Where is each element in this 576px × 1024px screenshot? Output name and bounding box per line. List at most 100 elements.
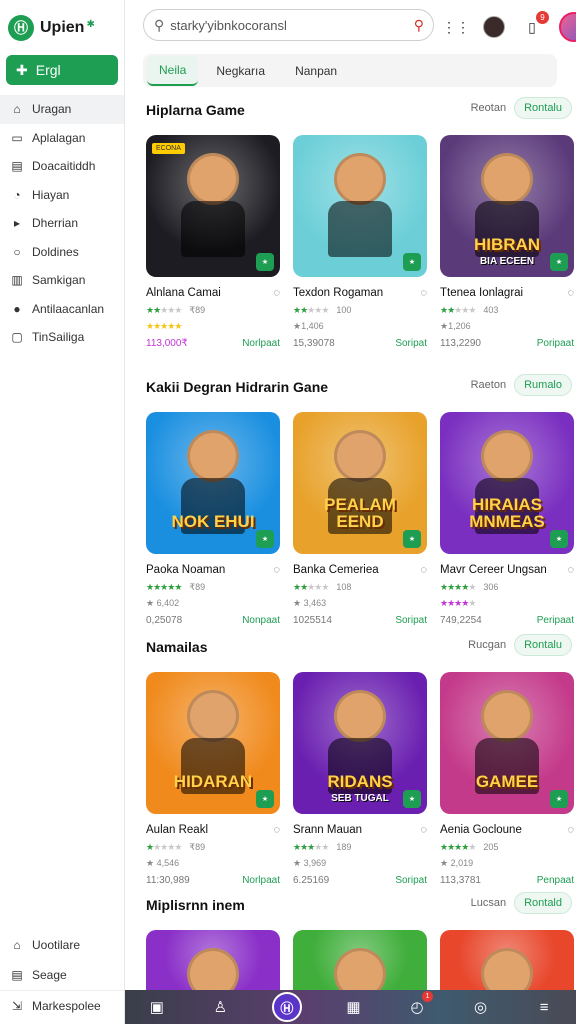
game-avatar-icon[interactable] [483, 16, 505, 38]
chat-bubble-icon[interactable]: ◌ [567, 564, 574, 576]
brand-logo-icon: Ⓗ [8, 15, 34, 41]
window-icon[interactable]: ▣ [145, 995, 169, 1019]
rating-stars: ★★★★★ [146, 841, 182, 852]
price-row: 749,2254 Peripaat [440, 612, 574, 628]
price: 113,000₹ [146, 337, 188, 349]
card-title: Aenia Gocloune [440, 824, 522, 836]
game-card[interactable]: HIRAIAS MNMEAS ★ Mavr Cereer Ungsan ◌ ★★★★★ 3… [440, 412, 574, 628]
sidebar-item-markespolee[interactable]: ⇲ Markespolee [0, 990, 124, 1020]
bag-icon: ⌂ [13, 938, 21, 952]
chat-bubble-icon[interactable]: ◌ [420, 824, 427, 836]
status-label[interactable]: Penpaat [537, 875, 574, 886]
status-label[interactable]: Poripaat [537, 338, 574, 349]
secondary-stars: ★★★★★ [146, 320, 182, 331]
game-card[interactable]: GAMEE ★ Aenia Gocloune ◌ ★★★★★ 205 ★ 2,019 113,… [440, 672, 574, 888]
tab-nanpan[interactable]: Nanpan [283, 57, 349, 85]
sidebar-item-antilaacanlan[interactable]: ● Antilaacanlan [0, 295, 124, 324]
status-label[interactable]: Soripat [395, 615, 427, 626]
section-view-all-button[interactable]: Rumalo [514, 374, 572, 396]
gamepad-icon[interactable]: ◎ [469, 995, 493, 1019]
sidebar-item-uootilare[interactable]: ⌂ Uootilare [0, 930, 124, 960]
game-thumbnail[interactable]: PEALAM EEND ★ [293, 412, 427, 554]
section-link[interactable]: Reotan [471, 102, 506, 114]
store-icon[interactable]: ▦ [341, 995, 365, 1019]
game-card[interactable]: ★ Texdon Rogaman ◌ ★★★★★ 100 ★1,406 15,39078 So… [293, 135, 427, 351]
section-view-all-button[interactable]: Rontalu [514, 634, 572, 656]
game-card[interactable]: HIBRAN BIA ECEEN ★ Ttenea Ionlagrai ◌ ★★★★★ 40… [440, 135, 574, 351]
tab-neila[interactable]: Neila [147, 55, 199, 86]
sidebar-item-aplalagan[interactable]: ▭ Aplalagan [0, 124, 124, 153]
status-label[interactable]: Norlpaat [242, 338, 280, 349]
secondary-meta: ★1,406 [293, 320, 324, 331]
more-options-icon[interactable]: ⋮⋮ [442, 16, 470, 38]
menu-icon[interactable]: ≡ [532, 995, 556, 1019]
list-icon: ▤ [11, 968, 23, 982]
rating-stars: ★★★★★ [293, 304, 329, 315]
price: 749,2254 [440, 614, 482, 626]
sidebar: Ⓗ Upien ✱ ✚ Ergl ⌂ Uragan ▭ Aplalagan ▤ Doaca… [0, 0, 125, 1024]
game-thumbnail[interactable]: NOK EHUI ★ [146, 412, 280, 554]
logo-icon[interactable]: Ⓗ [271, 992, 302, 1022]
status-label[interactable]: Soripat [395, 875, 427, 886]
sidebar-item-label: Markespolee [32, 998, 101, 1013]
status-label[interactable]: Nonpaat [242, 615, 280, 626]
game-card[interactable]: ECONA ★ Alnlana Camai ◌ ★★★★★ ₹89 ★★★★★ 113,000… [146, 135, 280, 351]
game-thumbnail[interactable]: HIBRAN BIA ECEEN ★ [440, 135, 574, 277]
chat-bubble-icon[interactable]: ◌ [420, 287, 427, 299]
sidebar-item-uragan[interactable]: ⌂ Uragan [0, 95, 124, 124]
rating-stars: ★★★★★ [146, 581, 182, 592]
game-card[interactable]: RIDANS SEB TUGAL ★ Srann Mauan ◌ ★★★★★ 189 ★ 3,… [293, 672, 427, 888]
chat-bubble-icon[interactable]: ◌ [273, 564, 280, 576]
game-thumbnail[interactable]: RIDANS SEB TUGAL ★ [293, 672, 427, 814]
status-label[interactable]: Soripat [395, 338, 427, 349]
chat-bubble-icon[interactable]: ◌ [567, 287, 574, 299]
game-thumbnail[interactable]: GAMEE ★ [440, 672, 574, 814]
rating-row: ★★★★★ 403 [440, 303, 574, 317]
sidebar-item-tinsailiga[interactable]: ▢ TinSailiga [0, 323, 124, 352]
badge-icon: ★ [403, 530, 421, 548]
game-card[interactable]: NOK EHUI ★ Paoka Noaman ◌ ★★★★★ ₹89 ★ 6,402 0,2… [146, 412, 280, 628]
chat-bubble-icon[interactable]: ◌ [273, 287, 280, 299]
section-link[interactable]: Rucgan [468, 639, 506, 651]
rating-row: ★★★★★ 189 [293, 840, 427, 854]
chat-bubble-icon[interactable]: ◌ [273, 824, 280, 836]
price-row: 6.25169 Soripat [293, 872, 427, 888]
create-button[interactable]: ✚ Ergl [6, 55, 118, 85]
status-label[interactable]: Peripaat [537, 615, 574, 626]
brand[interactable]: Ⓗ Upien ✱ [0, 0, 124, 44]
search-input[interactable]: starky'yibnkocoransl [170, 18, 287, 33]
game-thumbnail[interactable]: ★ [293, 135, 427, 277]
game-card[interactable]: HIDARAN ★ Aulan Reakl ◌ ★★★★★ ₹89 ★ 4,546 11:30… [146, 672, 280, 888]
search-bar[interactable]: ⚲ starky'yibnkocoransl ⚲ [143, 9, 434, 41]
sidebar-item-seage[interactable]: ▤ Seage [0, 960, 124, 990]
badge-icon: ★ [256, 253, 274, 271]
sidebar-item-doldines[interactable]: ○ Doldines [0, 238, 124, 267]
character-head [187, 430, 239, 482]
game-card[interactable]: PEALAM EEND ★ Banka Cemeriea ◌ ★★★★★ 108 ★ 3,4… [293, 412, 427, 628]
notification-icon[interactable]: ▯ 9 [521, 11, 549, 38]
section-link[interactable]: Raeton [471, 379, 506, 391]
status-label[interactable]: Norlpaat [242, 875, 280, 886]
rating-row: ★★★★★ 108 [293, 580, 427, 594]
profile-avatar[interactable] [559, 12, 576, 42]
search-submit-icon[interactable]: ⚲ [414, 17, 424, 34]
section-header: Namailas Rucgan Rontalu [146, 634, 574, 660]
chat-bubble-icon[interactable]: ◌ [567, 824, 574, 836]
game-thumbnail[interactable]: HIDARAN ★ [146, 672, 280, 814]
game-thumbnail[interactable]: ECONA ★ [146, 135, 280, 277]
sidebar-item-samkigan[interactable]: ▥ Samkigan [0, 266, 124, 295]
section-view-all-button[interactable]: Rontalu [514, 97, 572, 119]
user-icon[interactable]: ♙ [208, 995, 232, 1019]
game-thumbnail[interactable]: HIRAIAS MNMEAS ★ [440, 412, 574, 554]
rating-meta: 205 [483, 842, 499, 852]
chat-bubble-icon[interactable]: ◌ [420, 564, 427, 576]
sidebar-item-label: TinSailiga [32, 330, 85, 345]
sidebar-item-doacaitiddh[interactable]: ▤ Doacaitiddh [0, 152, 124, 181]
sidebar-item-dherrian[interactable]: ▸ Dherrian [0, 209, 124, 238]
sidebar-item-hiayan[interactable]: ◔ Hiayan [0, 181, 124, 210]
tab-negkarıa[interactable]: Negkarıa [204, 57, 277, 85]
section-link[interactable]: Lucsan [471, 897, 506, 909]
section-view-all-button[interactable]: Rontald [514, 892, 572, 914]
section-header: Hiplarna Game Reotan Rontalu [146, 97, 574, 123]
alarm-icon[interactable]: ◴ 1 [405, 991, 434, 1019]
